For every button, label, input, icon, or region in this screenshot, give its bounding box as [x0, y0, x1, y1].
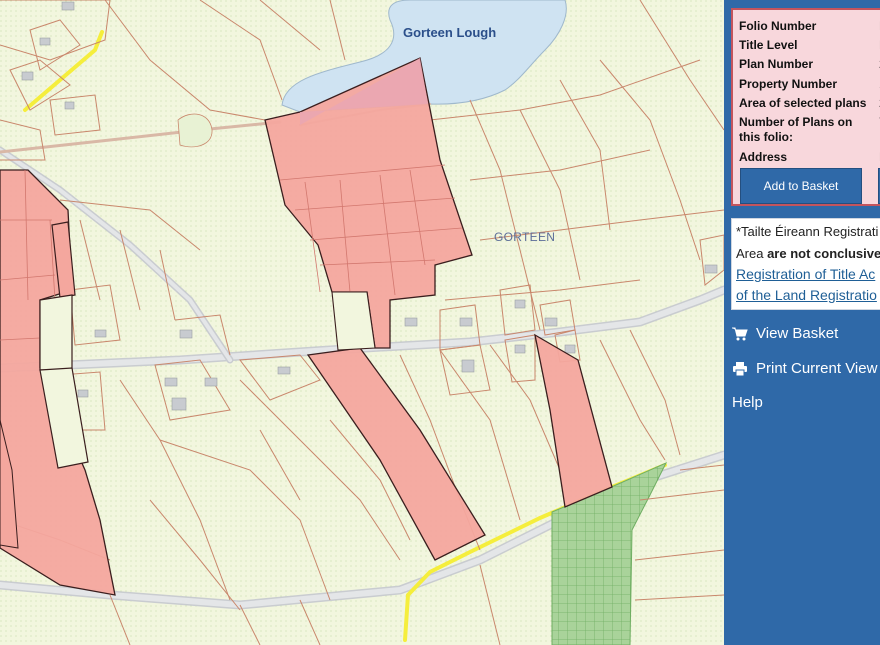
field-patch — [177, 113, 213, 148]
notice-not-conclusive: are not conclusive — [767, 246, 880, 261]
print-view-label: Print Current View — [756, 360, 878, 377]
folio-info-box: Folio Number M Title Level F Plan Number… — [731, 8, 880, 206]
land-registration-link[interactable]: of the Land Registratio — [736, 285, 877, 305]
map-canvas[interactable] — [0, 0, 724, 645]
plan-number-label: Plan Number — [739, 57, 814, 71]
map-view[interactable]: Gorteen Lough GORTEEN — [0, 0, 724, 645]
notice-line-1: *Tailte Éireann Registrati — [736, 224, 879, 239]
folio-number-label: Folio Number — [739, 19, 817, 33]
plans-count-label: Number of Plans on this folio: — [739, 115, 853, 144]
title-level-label: Title Level — [739, 38, 798, 52]
printer-icon — [733, 361, 747, 376]
print-current-view-link[interactable]: Print Current View — [732, 360, 877, 377]
notice-line-2: Area are not conclusive — [736, 244, 880, 264]
property-number-label: Property Number — [739, 77, 838, 91]
help-link[interactable]: Help — [732, 394, 763, 411]
lough-label: Gorteen Lough — [403, 25, 497, 40]
registration-notice: *Tailte Éireann Registrati Area are not … — [731, 218, 880, 310]
unselected-parcel-inset — [39, 294, 73, 371]
view-basket-link[interactable]: View Basket — [732, 325, 838, 342]
unselected-parcel-house-site — [331, 291, 376, 351]
cart-icon — [732, 327, 748, 340]
registration-act-link[interactable]: Registration of Title Ac — [736, 264, 875, 284]
view-basket-label: View Basket — [756, 325, 839, 342]
side-panel: Folio Number M Title Level F Plan Number… — [724, 0, 880, 645]
townland-label: GORTEEN — [494, 230, 556, 244]
add-to-basket-button[interactable]: Add to Basket — [740, 168, 862, 204]
address-label: Address — [739, 150, 788, 164]
area-selected-label: Area of selected plans — [739, 96, 867, 110]
notice-area-text: Area — [736, 246, 768, 261]
